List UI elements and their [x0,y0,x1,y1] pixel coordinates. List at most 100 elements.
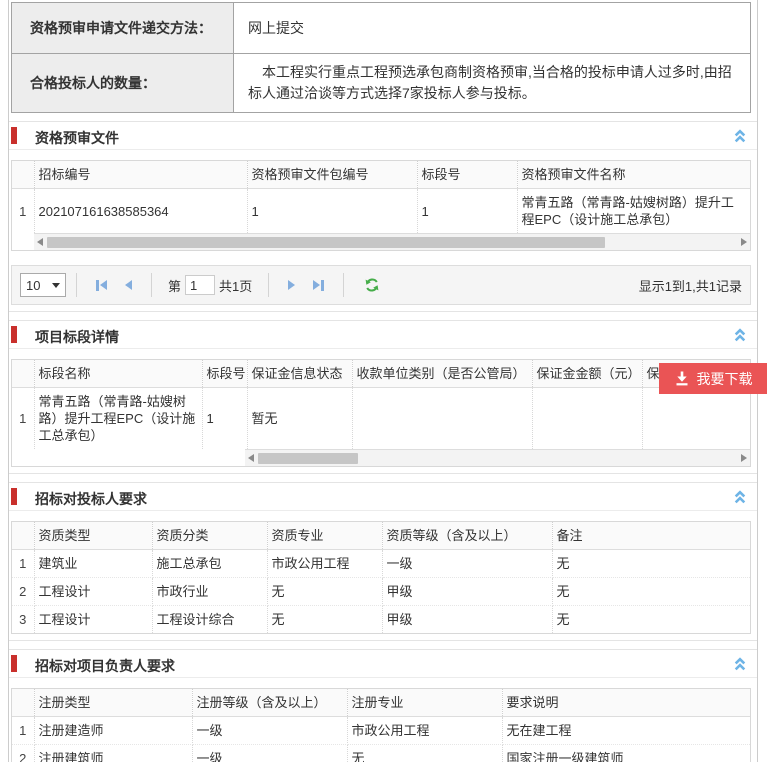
grid-header-row: 招标编号 资格预审文件包编号 标段号 资格预审文件名称 [12,161,750,189]
pager-divider [151,273,152,297]
table-row[interactable]: 2 注册建筑师 一级 无 国家注册一级建筑师 [12,745,750,762]
cell-doc-name: 常青五路（常青路-姑嫂树路）提升工程EPC（设计施工总承包） [517,189,750,234]
table-row[interactable]: 1 注册建造师 一级 市政公用工程 无在建工程 [12,717,750,745]
collapse-chevron-icon[interactable] [733,490,747,504]
page-number-input[interactable] [185,275,215,295]
col-reg-specialty[interactable]: 注册专业 [347,689,502,717]
rownum-header [12,360,34,388]
page-indicator: 第 共1页 [162,275,258,295]
col-deposit-status[interactable]: 保证金信息状态 [247,360,352,388]
pager-summary: 显示1到1,共1记录 [639,276,742,295]
scrollbar-thumb[interactable] [47,237,605,248]
cell-qual-category: 工程设计综合 [152,606,267,634]
cell-reg-specialty: 市政公用工程 [347,717,502,745]
qualified-bidders-label: 合格投标人的数量： [12,54,234,113]
table-row[interactable]: 1 202107161638585364 1 1 常青五路（常青路-姑嫂树路）提… [12,189,750,234]
cell-req-desc: 国家注册一级建筑师 [502,745,750,762]
table-row[interactable]: 1 常青五路（常青路-姑嫂树路）提升工程EPC（设计施工总承包） 1 暂无 [12,388,750,450]
cell-qual-category: 施工总承包 [152,550,267,578]
cell-qual-grade: 甲级 [382,578,552,606]
prev-page-button[interactable] [116,273,141,297]
table-row[interactable]: 2 工程设计 市政行业 无 甲级 无 [12,578,750,606]
page-size-select[interactable]: 10 [20,273,66,297]
page-size-value: 10 [26,278,40,293]
cell-remark: 无 [552,606,750,634]
grid-header-row: 注册类型 注册等级（含及以上） 注册专业 要求说明 [12,689,750,717]
scroll-left-icon[interactable] [248,454,254,462]
col-qual-type[interactable]: 资质类型 [34,522,152,550]
row-number: 3 [12,606,34,634]
cell-deadline [642,388,750,450]
section-prequal-documents: 资格预审文件 招标编号 资格预审文件包编号 标段号 资格预审文件名称 [9,121,757,312]
scrollbar-thumb[interactable] [258,453,358,464]
cell-qual-grade: 一级 [382,550,552,578]
dropdown-caret-icon [52,283,60,292]
collapse-chevron-icon[interactable] [733,129,747,143]
cell-reg-type: 注册建筑师 [34,745,192,762]
scroll-right-icon[interactable] [741,454,747,462]
grid-header-row: 标段名称 标段号 保证金信息状态 收款单位类别（是否公管局） 保证金金额（元） … [12,360,750,388]
cell-qual-category: 市政行业 [152,578,267,606]
qualified-bidders-value: 本工程实行重点工程预选承包商制资格预审,当合格的投标申请人过多时,由招标人通过洽… [234,54,751,113]
collapse-chevron-icon[interactable] [733,657,747,671]
section-body: 标段名称 标段号 保证金信息状态 收款单位类别（是否公管局） 保证金金额（元） … [9,349,757,473]
col-req-desc[interactable]: 要求说明 [502,689,750,717]
cell-remark: 无 [552,578,750,606]
scroll-right-icon[interactable] [741,238,747,246]
col-reg-type[interactable]: 注册类型 [34,689,192,717]
col-section-name[interactable]: 标段名称 [34,360,202,388]
section-title: 招标对项目负责人要求 [35,656,175,676]
bidder-req-grid: 资质类型 资质分类 资质专业 资质等级（含及以上） 备注 1 建筑业 施工总承包… [11,521,751,634]
col-pkg-no[interactable]: 资格预审文件包编号 [247,161,417,189]
col-reg-grade[interactable]: 注册等级（含及以上） [192,689,347,717]
row-number: 2 [12,578,34,606]
submit-method-label: 资格预审申请文件递交方法： [12,3,234,54]
col-qual-specialty[interactable]: 资质专业 [267,522,382,550]
download-button-label: 我要下载 [697,369,753,389]
section-title: 招标对投标人要求 [35,489,147,509]
col-payee-type[interactable]: 收款单位类别（是否公管局） [352,360,532,388]
last-page-button[interactable] [304,273,333,297]
cell-remark: 无 [552,550,750,578]
leader-req-grid: 注册类型 注册等级（含及以上） 注册专业 要求说明 1 注册建造师 一级 市政公… [11,688,751,762]
cell-section-no: 1 [417,189,517,234]
section-bidder-requirements: 招标对投标人要求 资质类型 资质分类 资质专业 资质等级（含及以上） 备注 [9,482,757,641]
table-row[interactable]: 3 工程设计 工程设计综合 无 甲级 无 [12,606,750,634]
section-leader-requirements: 招标对项目负责人要求 注册类型 注册等级（含及以上） 注册专业 要求说明 [9,649,757,762]
section-header: 资格预审文件 [9,122,757,150]
section-accent-bar [11,127,17,144]
cell-qual-specialty: 无 [267,578,382,606]
scroll-left-icon[interactable] [37,238,43,246]
section-bid-sections: 项目标段详情 标段名称 标段号 保证金信息状态 收款单位类别（是否公管局） 保证… [9,320,757,474]
row-number: 1 [12,550,34,578]
first-page-button[interactable] [87,273,116,297]
collapse-chevron-icon[interactable] [733,328,747,342]
col-bid-no[interactable]: 招标编号 [34,161,247,189]
rownum-header [12,161,34,189]
col-qual-grade[interactable]: 资质等级（含及以上） [382,522,552,550]
cell-qual-specialty: 市政公用工程 [267,550,382,578]
horizontal-scrollbar [245,449,750,466]
download-icon [674,371,690,386]
col-section-no[interactable]: 标段号 [417,161,517,189]
table-row[interactable]: 1 建筑业 施工总承包 市政公用工程 一级 无 [12,550,750,578]
next-page-button[interactable] [279,273,304,297]
section-title: 项目标段详情 [35,327,119,347]
cell-reg-type: 注册建造师 [34,717,192,745]
col-remark[interactable]: 备注 [552,522,750,550]
col-deposit-amount[interactable]: 保证金金额（元） [532,360,642,388]
col-section-no[interactable]: 标段号 [202,360,247,388]
section-body: 招标编号 资格预审文件包编号 标段号 资格预审文件名称 1 2021071616… [9,150,757,311]
row-number: 2 [12,745,34,762]
page-total: 共1页 [219,276,252,295]
col-doc-name[interactable]: 资格预审文件名称 [517,161,750,189]
table-row: 合格投标人的数量： 本工程实行重点工程预选承包商制资格预审,当合格的投标申请人过… [12,54,751,113]
refresh-icon[interactable] [354,277,390,293]
cell-payee-type [352,388,532,450]
content-frame: 资格预审申请文件递交方法： 网上提交 合格投标人的数量： 本工程实行重点工程预选… [8,0,758,762]
rownum-header [12,522,34,550]
col-qual-category[interactable]: 资质分类 [152,522,267,550]
download-button[interactable]: 我要下载 [659,363,767,394]
section-header: 招标对项目负责人要求 [9,650,757,678]
cell-reg-grade: 一级 [192,745,347,762]
